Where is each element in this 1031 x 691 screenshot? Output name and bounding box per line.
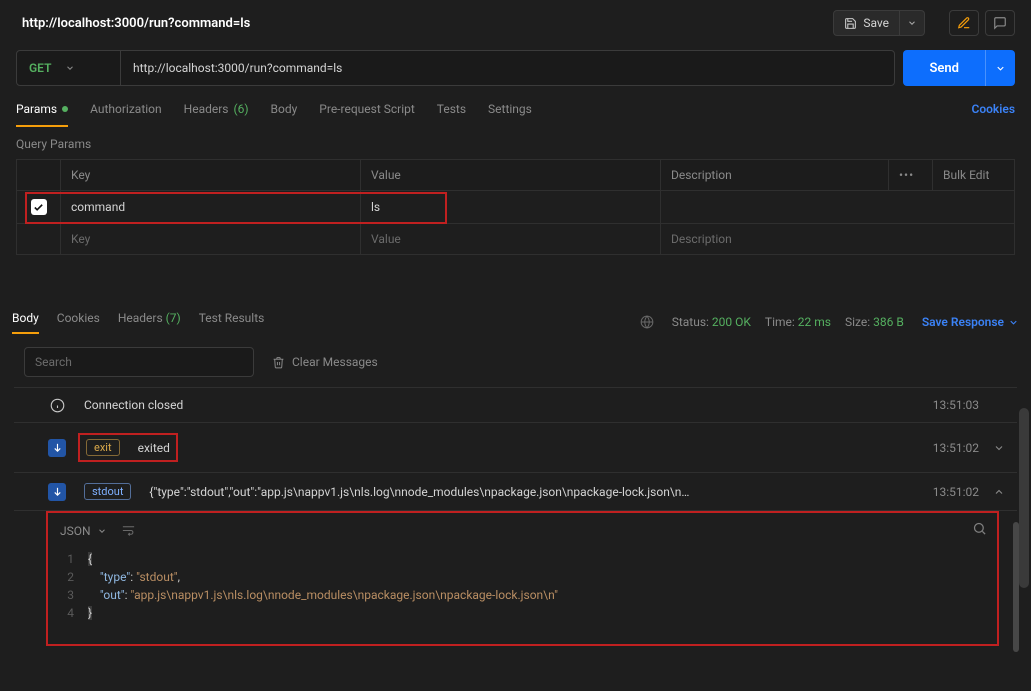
message-time: 13:51:02: [933, 441, 979, 455]
json-format-select[interactable]: JSON: [60, 524, 107, 538]
json-code-viewer[interactable]: 1{ 2 "type": "stdout", 3 "out": "app.js\…: [48, 548, 997, 622]
scrollbar-thumb[interactable]: [1019, 408, 1029, 588]
row-checkbox[interactable]: [31, 199, 47, 215]
response-tab-cookies[interactable]: Cookies: [57, 311, 100, 333]
tab-params[interactable]: Params: [16, 102, 68, 126]
query-params-table: Key Value Description ••• Bulk Edit comm…: [16, 159, 1015, 255]
chevron-down-icon: [97, 526, 107, 536]
search-icon[interactable]: [972, 521, 987, 536]
tab-tests[interactable]: Tests: [437, 102, 466, 126]
response-tab-test-results[interactable]: Test Results: [199, 311, 265, 333]
size-label: Size: 386 B: [845, 315, 904, 329]
message-row-stdout[interactable]: stdout {"type":"stdout","out":"app.js\na…: [14, 472, 1017, 511]
globe-icon: [640, 315, 654, 329]
chevron-down-icon[interactable]: [993, 442, 1007, 454]
message-text: exited: [138, 441, 170, 455]
save-response-label: Save Response: [922, 315, 1004, 329]
modified-dot-icon: [62, 106, 68, 112]
query-params-label: Query Params: [0, 127, 1031, 159]
save-label: Save: [863, 16, 889, 30]
table-header-value: Value: [361, 160, 661, 191]
request-url-input[interactable]: http://localhost:3000/run?command=ls: [121, 51, 894, 85]
tab-headers[interactable]: Headers (6): [184, 102, 249, 126]
save-button[interactable]: Save: [833, 10, 900, 36]
table-header-options[interactable]: •••: [889, 160, 933, 191]
bulk-edit-button[interactable]: Bulk Edit: [933, 160, 1015, 191]
param-key-cell[interactable]: command: [61, 191, 361, 224]
chevron-up-icon[interactable]: [993, 486, 1007, 498]
save-icon: [844, 17, 857, 30]
word-wrap-icon[interactable]: [121, 523, 136, 538]
headers-count: (6): [234, 102, 249, 116]
tab-prerequest[interactable]: Pre-request Script: [319, 102, 414, 126]
tab-label: Headers: [118, 311, 163, 325]
scrollbar[interactable]: [1013, 522, 1019, 652]
arrow-down-icon: [48, 439, 66, 457]
stdout-badge: stdout: [84, 483, 131, 500]
message-row-info[interactable]: Connection closed 13:51:03: [14, 387, 1017, 422]
edit-button[interactable]: [949, 10, 979, 36]
table-row[interactable]: command ls: [17, 191, 1015, 224]
cookies-link[interactable]: Cookies: [971, 102, 1015, 126]
save-response-button[interactable]: Save Response: [922, 315, 1019, 329]
table-row-new[interactable]: Key Value Description: [17, 224, 1015, 255]
status-label: Status: 200 OK: [672, 315, 751, 329]
annotation-highlight: exit exited: [78, 433, 178, 462]
tab-label: Headers: [184, 102, 229, 116]
chevron-down-icon: [995, 63, 1006, 74]
response-tab-body[interactable]: Body: [12, 311, 39, 333]
message-time: 13:51:02: [933, 485, 979, 499]
tab-body[interactable]: Body: [271, 102, 298, 126]
scrollbar[interactable]: [1019, 408, 1029, 678]
arrow-down-icon: [48, 483, 66, 501]
save-options-button[interactable]: [900, 10, 925, 36]
clear-messages-button[interactable]: Clear Messages: [272, 355, 378, 369]
param-description-cell[interactable]: [661, 191, 1015, 224]
comments-button[interactable]: [985, 10, 1015, 36]
chevron-down-icon: [1008, 317, 1019, 328]
json-panel: JSON 1{ 2 "type": "stdout", 3 "out": "ap…: [46, 511, 999, 646]
message-text: {"type":"stdout","out":"app.js\nappv1.js…: [149, 485, 689, 499]
chevron-down-icon: [907, 18, 917, 28]
table-header-key: Key: [61, 160, 361, 191]
tab-label: Params: [16, 102, 57, 116]
tab-authorization[interactable]: Authorization: [90, 102, 162, 126]
info-icon: [48, 396, 66, 414]
message-text: Connection closed: [84, 398, 183, 412]
json-format-label: JSON: [60, 524, 91, 538]
param-description-placeholder[interactable]: Description: [661, 224, 1015, 255]
ellipsis-icon: •••: [899, 168, 914, 182]
chevron-down-icon: [65, 63, 75, 73]
exit-badge: exit: [86, 439, 120, 456]
message-time: 13:51:03: [933, 398, 979, 412]
send-button[interactable]: Send: [903, 50, 985, 86]
tab-settings[interactable]: Settings: [488, 102, 532, 126]
param-key-placeholder[interactable]: Key: [61, 224, 361, 255]
clear-messages-label: Clear Messages: [292, 355, 378, 369]
send-options-button[interactable]: [985, 50, 1015, 86]
message-search-input[interactable]: Search: [24, 347, 254, 377]
headers-count: (7): [166, 311, 181, 325]
page-title: http://localhost:3000/run?command=ls: [22, 16, 250, 31]
trash-icon: [272, 356, 285, 369]
table-header-description: Description: [661, 160, 889, 191]
comment-icon: [993, 16, 1007, 30]
message-row-exit[interactable]: exit exited 13:51:02: [14, 422, 1017, 472]
pencil-icon: [957, 16, 971, 30]
param-value-cell[interactable]: ls: [361, 191, 661, 224]
time-label: Time: 22 ms: [765, 315, 831, 329]
table-header-checkbox: [17, 160, 61, 191]
param-value-placeholder[interactable]: Value: [361, 224, 661, 255]
response-tab-headers[interactable]: Headers (7): [118, 311, 181, 333]
http-method-select[interactable]: GET: [17, 51, 121, 85]
http-method-value: GET: [29, 61, 51, 75]
